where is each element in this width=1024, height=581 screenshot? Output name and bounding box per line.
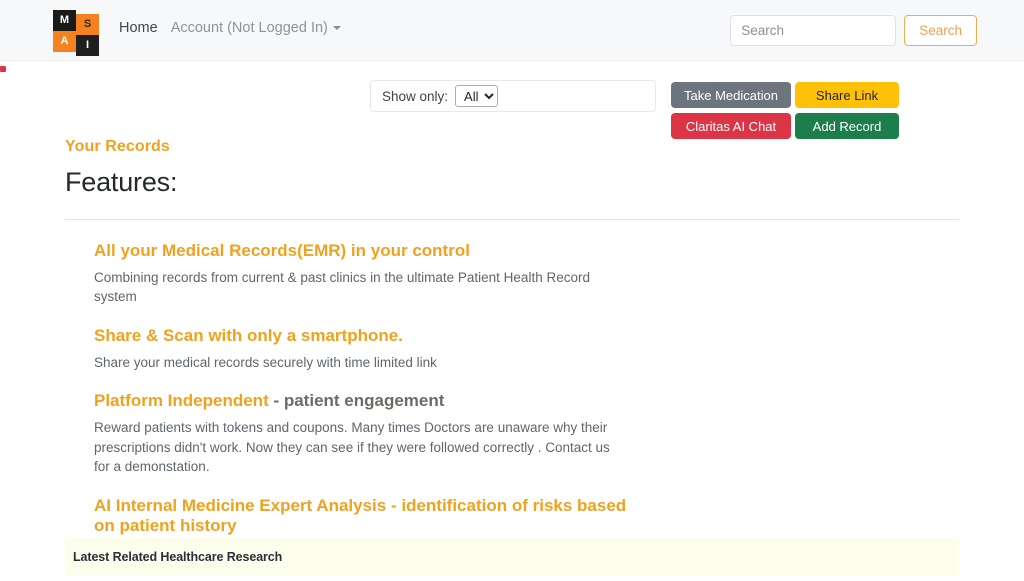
feature-item-platform-independent: Platform Independent - patient engagemen… — [94, 391, 959, 476]
feature-list: All your Medical Records(EMR) in your co… — [65, 241, 959, 562]
section-divider — [65, 219, 959, 220]
feature-description: Combining records from current & past cl… — [94, 270, 590, 305]
feature-description: Share your medical records securely with… — [94, 354, 437, 370]
feature-heading-main: Share & Scan with only a smartphone. — [94, 325, 403, 345]
nav-link-account[interactable]: Account (Not Logged In) — [171, 20, 341, 36]
filter-label: Show only: — [382, 88, 449, 104]
logo-cell-m: M — [53, 10, 76, 31]
feature-heading: Share & Scan with only a smartphone. — [94, 326, 649, 346]
feature-heading-main: All your Medical Records(EMR) in your co… — [94, 241, 470, 260]
your-records-heading: Your Records — [65, 138, 170, 155]
nav-link-home[interactable]: Home — [119, 20, 158, 36]
show-only-select[interactable]: All — [455, 85, 499, 107]
feature-heading: Platform Independent - patient engagemen… — [94, 391, 649, 411]
feature-heading-main: AI Internal Medicine Expert Analysis - i… — [94, 495, 627, 535]
feature-item-emr: All your Medical Records(EMR) in your co… — [94, 241, 959, 307]
take-medication-button[interactable]: Take Medication — [671, 82, 791, 108]
add-record-button[interactable]: Add Record — [795, 113, 899, 139]
search-input[interactable] — [730, 15, 897, 46]
claritas-ai-chat-button[interactable]: Claritas AI Chat — [671, 113, 791, 139]
page-title: Features: — [65, 167, 178, 197]
share-link-button[interactable]: Share Link — [795, 82, 899, 108]
nav-link-account-label: Account (Not Logged In) — [170, 20, 328, 36]
latest-research-title: Latest Related Healthcare Research — [73, 550, 283, 564]
search-area: Search — [730, 15, 977, 46]
brand-logo[interactable]: M S A I — [53, 10, 99, 56]
feature-item-share-scan: Share & Scan with only a smartphone. Sha… — [94, 326, 959, 372]
logo-cell-s: S — [76, 14, 99, 35]
feature-heading: AI Internal Medicine Expert Analysis - i… — [94, 496, 649, 536]
feature-heading: All your Medical Records(EMR) in your co… — [94, 241, 649, 261]
feature-description: Reward patients with tokens and coupons.… — [94, 420, 610, 475]
chevron-down-icon — [332, 26, 341, 31]
filter-card: Show only: All — [370, 80, 656, 112]
feature-heading-main: Platform Independent — [94, 391, 269, 411]
nav-links: Home Account (Not Logged In) — [119, 20, 341, 36]
latest-research-panel: Latest Related Healthcare Research — [65, 538, 959, 576]
notification-dot-marker — [0, 66, 6, 72]
logo-cell-i: I — [76, 35, 99, 56]
logo-cell-a: A — [53, 31, 76, 52]
feature-heading-tail: - patient engagement — [268, 391, 445, 411]
search-button[interactable]: Search — [904, 15, 977, 46]
action-button-group: Take Medication Share Link Claritas AI C… — [671, 82, 899, 139]
main-content: Your Records Features: All your Medical … — [65, 138, 959, 581]
top-navbar: M S A I Home Account (Not Logged In) Sea… — [0, 0, 1024, 61]
